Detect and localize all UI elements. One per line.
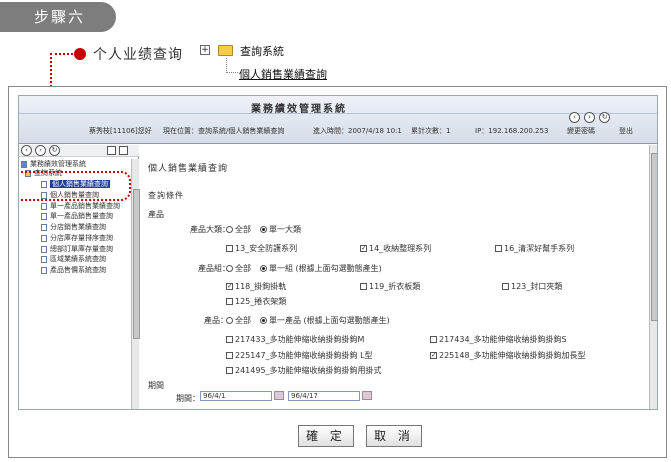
item-checkbox[interactable]: 241495_多功能伸縮收納掛鉤掛鉤用掛式 (226, 365, 382, 376)
category-single-radio[interactable]: 單一大類 (260, 224, 301, 235)
highlight-annotation (19, 171, 131, 201)
user-greeting: 蔡秀枝[11106]您好 (89, 127, 152, 135)
content-scrollbar[interactable] (649, 145, 657, 409)
category-checkbox[interactable]: 16_清潔好幫手系列 (495, 243, 574, 254)
item-checkbox[interactable]: 225147_多功能伸縮收納掛鉤掛鉤 L型 (226, 350, 373, 361)
item-single-radio[interactable]: 單一產品 (根據上面勾選動態產生) (260, 315, 390, 326)
item-checkbox[interactable]: 217434_多功能伸縮收納掛鉤掛鉤S (430, 334, 567, 345)
group-checkbox[interactable]: 125_捲衣架類 (226, 296, 286, 307)
group-checkbox[interactable]: 123_封口夾類 (502, 281, 562, 292)
left-scroll-thumb[interactable] (133, 189, 140, 339)
item-label: 產品： (204, 316, 228, 325)
callout-leader-horizontal (50, 53, 77, 55)
forward-icon[interactable]: › (584, 112, 595, 123)
step-label: 步驟六 (0, 2, 116, 32)
nav-root[interactable]: 業務績效管理系統 (21, 160, 86, 168)
document-icon (41, 234, 47, 242)
group-all-radio[interactable]: 全部 (226, 263, 251, 274)
category-checkbox[interactable]: 13_安全防護系列 (226, 243, 297, 254)
header-divider (19, 113, 657, 114)
cancel-button[interactable]: 取 消 (366, 425, 422, 447)
document-icon (41, 212, 47, 220)
calendar-icon[interactable] (274, 391, 284, 400)
date-to-input[interactable]: 96/4/17 (288, 391, 360, 401)
category-label: 產品大類： (190, 225, 230, 234)
left-scrollbar[interactable] (131, 159, 140, 409)
login-time: 進入時間：2007/4/18 10:1 (313, 127, 402, 135)
current-location: 現在位置：查詢系統/個人銷售業績查詢 (163, 127, 285, 135)
nav-refresh-icon[interactable]: ↻ (49, 145, 60, 156)
group-checkbox[interactable]: 119_折衣板類 (360, 281, 420, 292)
content-scroll-thumb[interactable] (651, 153, 657, 321)
login-count: 累計次數：1 (411, 127, 451, 135)
logout-link[interactable]: 登出 (619, 126, 633, 136)
tree-connector (226, 58, 227, 73)
nav-item[interactable]: 分店銷售業績查詢 (41, 223, 106, 231)
confirm-button[interactable]: 確 定 (298, 425, 354, 447)
nav-item[interactable]: 區域業績系統查詢 (41, 255, 106, 263)
category-checkbox[interactable]: ✓ 14_收納整理系列 (360, 243, 431, 254)
callout-text: 个人业绩查询 (93, 47, 183, 63)
callout-dot-icon (74, 48, 86, 60)
category-all-radio[interactable]: 全部 (226, 224, 251, 235)
period-section-label: 期間 (148, 381, 164, 390)
refresh-icon[interactable]: ↻ (599, 112, 610, 123)
folder-icon (218, 45, 233, 56)
app-header: 業務績效管理系統 蔡秀枝[11106]您好 現在位置：查詢系統/個人銷售業績查詢… (19, 96, 657, 144)
nav-back-icon[interactable]: ‹ (21, 145, 32, 156)
nav-item[interactable]: 總部訂單庫存量查詢 (41, 245, 113, 253)
item-all-radio[interactable]: 全部 (226, 315, 251, 326)
tree-connector (226, 72, 238, 73)
tree-child-link[interactable]: 個人銷售業績查詢 (239, 66, 327, 82)
condition-label: 查詢條件 (148, 191, 184, 200)
back-icon[interactable]: ‹ (569, 112, 580, 123)
ip-address: IP：192.168.200.253 (475, 127, 549, 135)
date-from-input[interactable]: 96/4/1 (200, 391, 272, 401)
product-section-label: 產品 (148, 210, 164, 219)
page-title: 個人銷售業績查詢 (148, 164, 229, 174)
nav-item[interactable]: 單一產品銷售量查詢 (41, 212, 113, 220)
document-icon (41, 202, 47, 210)
group-checkbox[interactable]: ✓ 118_掛鉤掛軌 (226, 281, 286, 292)
calendar-icon[interactable] (362, 391, 372, 400)
system-icon (21, 160, 27, 168)
change-password-link[interactable]: 變更密碼 (567, 126, 595, 136)
group-single-radio[interactable]: 單一組 (根據上面勾選動態產生) (260, 263, 382, 274)
content-pane: 個人銷售業績查詢 查詢條件 產品 產品大類： 全部 單一大類 13_安全防護系列… (140, 145, 648, 409)
item-checkbox[interactable]: 217433_多功能伸縮收納掛鉤掛鉤M (226, 334, 364, 345)
nav-toolbar: ‹ › ↻ (19, 145, 139, 157)
nav-item[interactable]: 產品售價系統查詢 (41, 266, 106, 274)
nav-item[interactable]: 單一產品銷售業績查詢 (41, 202, 120, 210)
period-label: 期間： (176, 394, 200, 403)
document-icon (41, 255, 47, 263)
tree-root-label[interactable]: 查詢系統 (240, 43, 284, 59)
nav-expand-icon[interactable] (119, 146, 128, 155)
nav-forward-icon[interactable]: › (35, 145, 46, 156)
document-icon (41, 223, 47, 231)
document-icon (41, 245, 47, 253)
app-window: 業務績效管理系統 蔡秀枝[11106]您好 現在位置：查詢系統/個人銷售業績查詢… (18, 95, 658, 410)
item-checkbox[interactable]: ✓ 225148_多功能伸縮收納掛鉤掛鉤加長型 (430, 350, 586, 361)
document-icon (41, 266, 47, 274)
nav-collapse-icon[interactable] (107, 146, 116, 155)
nav-item[interactable]: 分店庫存量排序查詢 (41, 234, 113, 242)
expand-plus-icon[interactable]: + (200, 45, 210, 55)
